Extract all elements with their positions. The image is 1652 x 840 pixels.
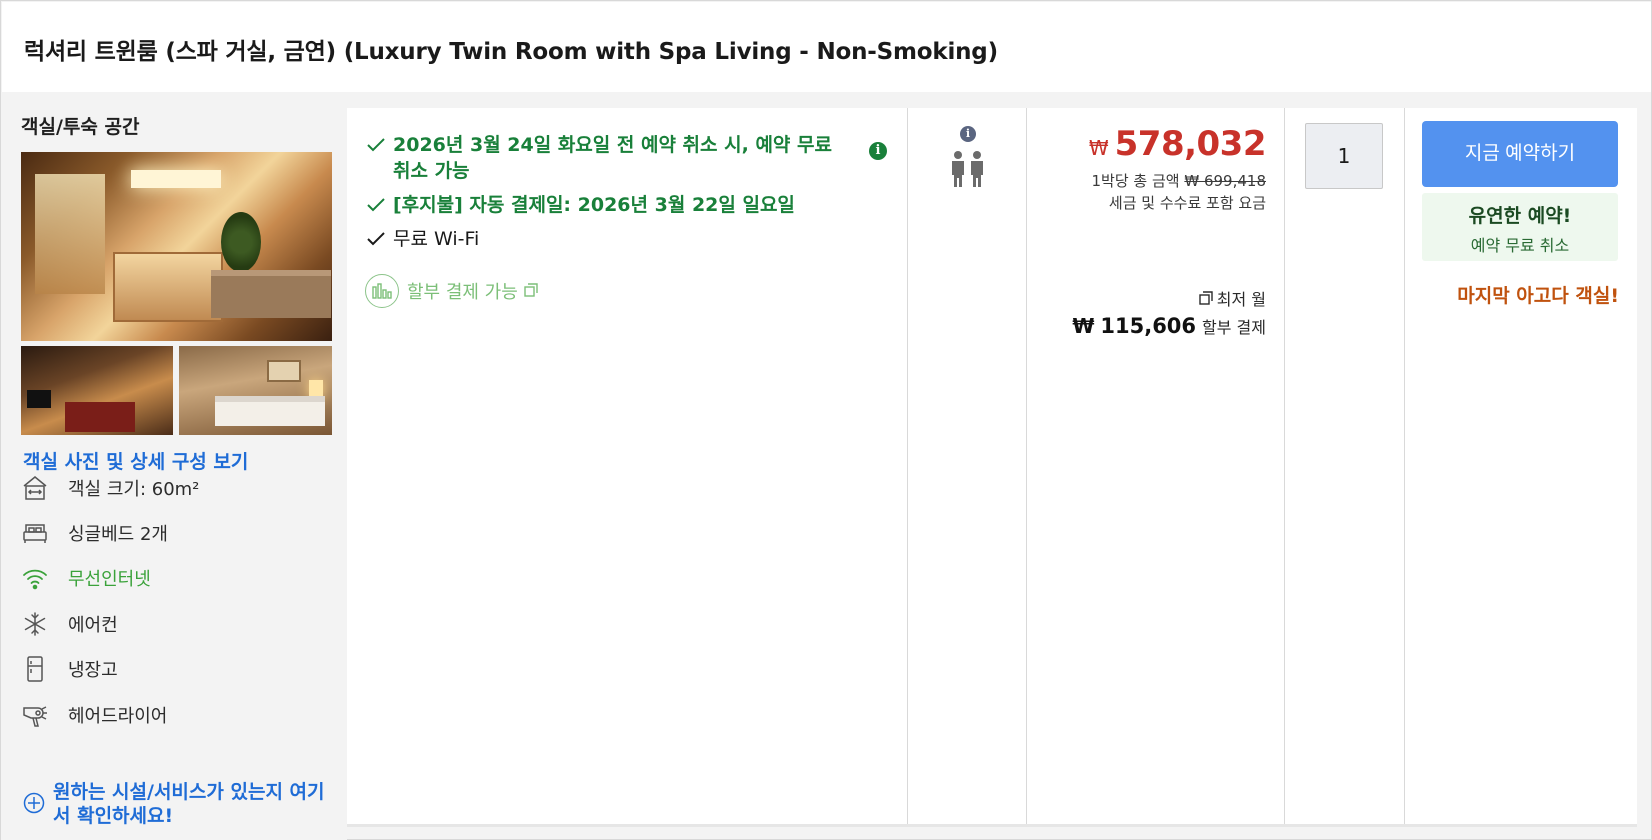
price-currency: ₩ (1088, 136, 1109, 160)
section-title: 객실/투숙 공간 (21, 116, 140, 138)
feature-fridge: 냉장고 (21, 653, 331, 685)
check-icon (365, 134, 387, 156)
feature-aircon: 에어컨 (21, 608, 331, 640)
room-card: 럭셔리 트윈룸 (스파 거실, 금연) (Luxury Twin Room wi… (0, 0, 1652, 840)
installment-chart-icon (365, 274, 399, 308)
feature-hairdryer: 헤어드라이어 (21, 699, 331, 731)
occupancy-info-icon[interactable]: i (960, 126, 976, 142)
info-icon[interactable]: i (869, 142, 887, 160)
benefit-free-wifi: 무료 Wi-Fi (365, 226, 479, 252)
booking-column: 지금 예약하기 유연한 예약! 예약 무료 취소 마지막 아고다 객실! (1405, 108, 1637, 824)
room-header: 럭셔리 트윈룸 (스파 거실, 금연) (Luxury Twin Room wi… (2, 2, 1651, 92)
divider (1284, 108, 1285, 824)
feature-bed: 싱글베드 2개 (21, 517, 331, 549)
divider (1404, 108, 1405, 824)
panel-bottom-edge (347, 824, 1637, 827)
book-now-button[interactable]: 지금 예약하기 (1422, 121, 1618, 187)
snowflake-icon (21, 610, 49, 638)
benefit-pay-later: [후지불] 자동 결제일: 2026년 3월 22일 일요일 (365, 192, 795, 218)
room-quantity-select[interactable]: 1 (1305, 123, 1383, 189)
installment-available[interactable]: 할부 결제 가능 (365, 274, 538, 308)
quantity-column: 1 (1285, 108, 1404, 824)
external-link-icon (524, 282, 538, 301)
two-adults-icon (950, 150, 986, 192)
room-photo-main[interactable] (21, 152, 332, 341)
lowest-monthly[interactable]: 최저 월 (1199, 286, 1266, 310)
check-icon (365, 194, 387, 216)
price-total-line: 1박당 총 금액 ₩ 699,418 (1091, 172, 1266, 190)
wifi-icon (21, 564, 49, 592)
feature-room-size: 객실 크기: 60m² (21, 472, 331, 504)
external-link-icon (1199, 291, 1213, 305)
room-info-column: 객실/투숙 공간 객실 사진 및 상세 구성 보기 객실 크기: 60m² 싱글… (1, 92, 347, 840)
price-block: ₩ 578,032 1박당 총 금액 ₩ 699,418 세금 및 수수료 포함… (1088, 124, 1267, 214)
room-title: 럭셔리 트윈룸 (스파 거실, 금연) (Luxury Twin Room wi… (24, 39, 998, 65)
plus-circle-icon (23, 792, 45, 818)
hairdryer-icon (21, 701, 49, 729)
installment-price: ₩ 115,606 할부 결제 (1072, 314, 1266, 338)
check-icon (365, 228, 387, 250)
price-original: ₩ 699,418 (1184, 172, 1266, 190)
feature-wifi: 무선인터넷 (21, 562, 331, 594)
room-photo-thumb-1[interactable] (21, 346, 173, 435)
flexible-booking-badge: 유연한 예약! 예약 무료 취소 (1422, 193, 1618, 261)
benefit-free-cancel: 2026년 3월 24일 화요일 전 예약 취소 시, 예약 무료 취소 가능 (365, 132, 855, 184)
benefits-column: 2026년 3월 24일 화요일 전 예약 취소 시, 예약 무료 취소 가능 … (347, 108, 907, 824)
price-column: ₩ 578,032 1박당 총 금액 ₩ 699,418 세금 및 수수료 포함… (1027, 108, 1284, 824)
room-size-icon (21, 474, 49, 502)
divider (1026, 108, 1027, 824)
fridge-icon (21, 655, 49, 683)
divider (907, 108, 908, 824)
occupancy-column: i (908, 108, 1026, 824)
room-photo-thumb-2[interactable] (179, 346, 332, 435)
price-amount: 578,032 (1114, 124, 1267, 164)
urgency-message: 마지막 아고다 객실! (1457, 285, 1619, 307)
room-photos-link[interactable]: 객실 사진 및 상세 구성 보기 (23, 447, 248, 474)
bed-icon (21, 519, 49, 547)
tax-note: 세금 및 수수료 포함 요금 (1108, 194, 1266, 212)
